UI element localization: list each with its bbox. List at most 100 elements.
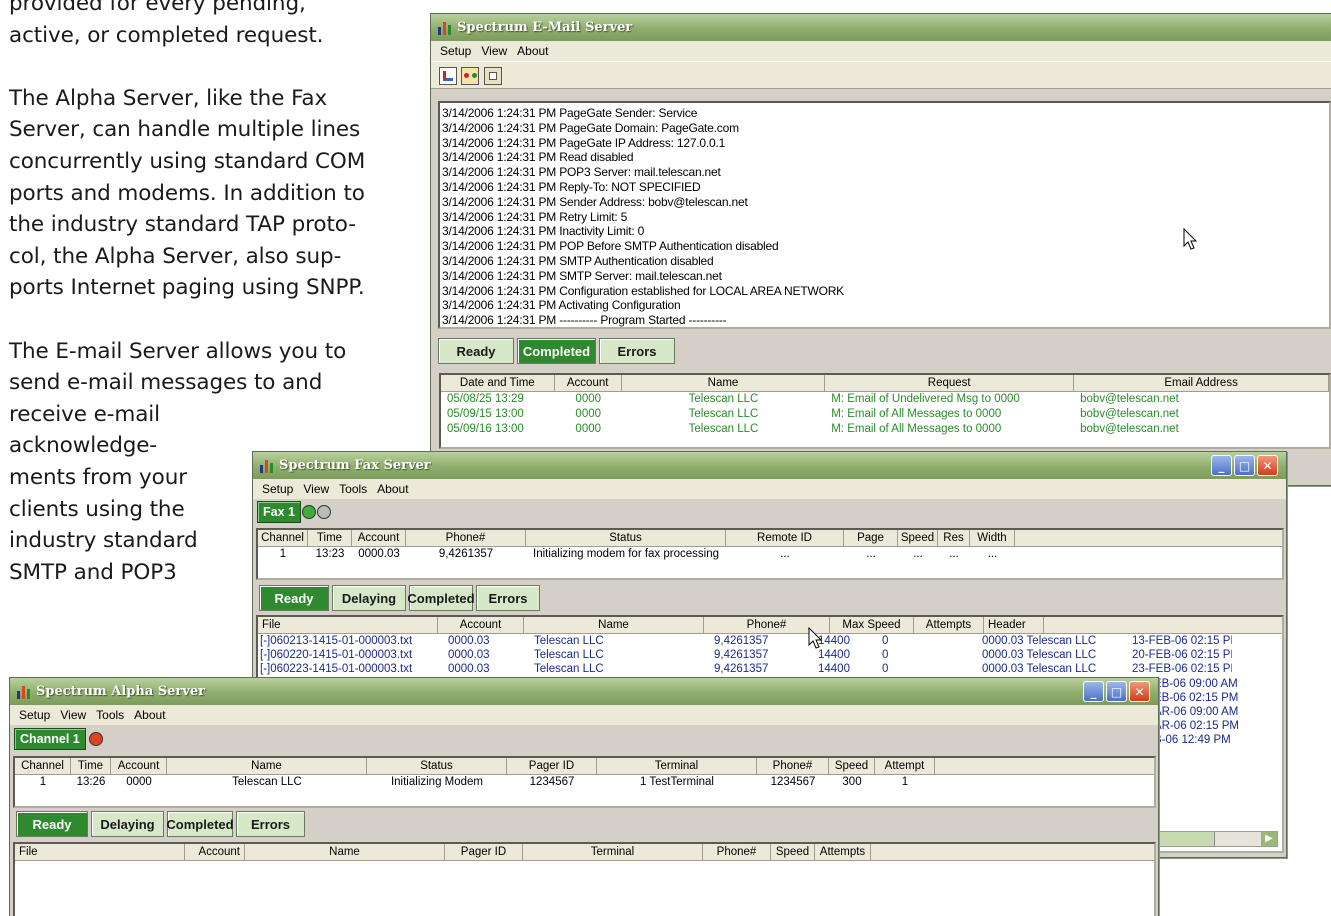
maximize-icon[interactable]: □ bbox=[1106, 681, 1127, 702]
menu-view[interactable]: View bbox=[298, 482, 334, 496]
menu-setup[interactable]: Setup bbox=[435, 44, 476, 58]
prose-line: industry standard bbox=[9, 528, 198, 554]
column-header[interactable]: Phone# bbox=[406, 530, 526, 546]
tab-completed[interactable]: Completed bbox=[517, 338, 596, 364]
clipboard-icon[interactable] bbox=[484, 67, 502, 85]
column-header[interactable]: Channel bbox=[15, 758, 71, 774]
column-header[interactable]: Name bbox=[167, 758, 367, 774]
users-icon[interactable] bbox=[461, 67, 479, 85]
table-cell: 1234567 bbox=[529, 776, 575, 788]
alpha-tabs: Ready Delaying Completed Errors bbox=[16, 811, 305, 837]
table-cell: 20-FEB-06 02:15 PM bbox=[1132, 649, 1232, 661]
column-header[interactable]: Name bbox=[524, 617, 704, 633]
column-header[interactable]: File bbox=[15, 844, 185, 860]
tab-delaying[interactable]: Delaying bbox=[91, 811, 164, 837]
column-header[interactable]: Speed bbox=[898, 530, 938, 546]
column-header[interactable]: Remote ID bbox=[726, 530, 844, 546]
table-row[interactable]: 05/09/16 13:00 0000 Telescan LLC M: Email o… bbox=[441, 422, 1329, 437]
log-line: 3/14/2006 1:24:31 PM ---------- Program … bbox=[442, 313, 727, 328]
column-header[interactable]: Status bbox=[526, 530, 726, 546]
column-header[interactable]: File bbox=[258, 617, 438, 633]
spectrum-logo-icon bbox=[436, 20, 454, 36]
tab-ready[interactable]: Ready bbox=[16, 811, 88, 837]
table-cell: ... bbox=[780, 548, 790, 560]
column-header[interactable]: Pager ID bbox=[507, 758, 597, 774]
fax-channel-button[interactable]: Fax 1 bbox=[257, 501, 301, 523]
table-cell: Telescan LLC bbox=[534, 663, 604, 675]
log-line: 3/14/2006 1:24:31 PM Retry Limit: 5 bbox=[442, 209, 628, 224]
menu-setup[interactable]: Setup bbox=[14, 708, 55, 722]
column-header[interactable]: Res bbox=[938, 530, 970, 546]
tab-ready[interactable]: Ready bbox=[438, 338, 514, 364]
column-header[interactable]: Page bbox=[844, 530, 898, 546]
tab-errors[interactable]: Errors bbox=[236, 811, 305, 837]
table-cell: 9,4261357 bbox=[714, 663, 769, 675]
alpha-channel-button[interactable]: Channel 1 bbox=[14, 728, 86, 750]
table-cell: 0000 bbox=[126, 776, 152, 788]
column-header[interactable]: Time bbox=[71, 758, 111, 774]
menu-view[interactable]: View bbox=[55, 708, 91, 722]
column-header[interactable]: Account bbox=[352, 530, 406, 546]
scroll-right-icon[interactable]: ▶ bbox=[1261, 832, 1277, 846]
column-header[interactable]: Attempt bbox=[875, 758, 935, 774]
table-row[interactable]: 05/09/15 13:00 0000 Telescan LLC M: Email o… bbox=[441, 407, 1329, 422]
tab-errors[interactable]: Errors bbox=[599, 338, 675, 364]
tab-errors[interactable]: Errors bbox=[476, 585, 540, 611]
column-header[interactable]: Pager ID bbox=[445, 844, 523, 860]
column-header[interactable]: Header bbox=[984, 617, 1044, 633]
column-header[interactable]: Email Address bbox=[1074, 375, 1329, 391]
email-titlebar[interactable]: Spectrum E-Mail Server bbox=[431, 14, 1331, 41]
column-header[interactable]: Account bbox=[438, 617, 524, 633]
list-item[interactable]: [-]060220-1415-01-000003.txt 0000.03 Teles… bbox=[258, 648, 1282, 662]
menu-tools[interactable]: Tools bbox=[334, 482, 372, 496]
minimize-icon[interactable]: _ bbox=[1211, 455, 1232, 476]
tab-ready[interactable]: Ready bbox=[259, 585, 329, 611]
tab-completed[interactable]: Completed bbox=[407, 585, 475, 611]
table-cell: bobv@telescan.net bbox=[1080, 408, 1179, 420]
email-table-header: Date and Time Account Name Request Email Add… bbox=[441, 375, 1329, 392]
column-header[interactable]: Phone# bbox=[757, 758, 829, 774]
menu-about[interactable]: About bbox=[372, 482, 413, 496]
column-header[interactable]: Name bbox=[622, 375, 826, 391]
tab-delaying[interactable]: Delaying bbox=[332, 585, 406, 611]
fax-titlebar[interactable]: Spectrum Fax Server _ □ ✕ bbox=[253, 452, 1286, 479]
horizontal-scrollbar[interactable]: ▶ bbox=[1154, 831, 1278, 847]
table-cell: [-]060220-1415-01-000003.txt bbox=[260, 649, 413, 661]
close-icon[interactable]: ✕ bbox=[1129, 681, 1150, 702]
minimize-icon[interactable]: _ bbox=[1083, 681, 1104, 702]
menu-tools[interactable]: Tools bbox=[91, 708, 129, 722]
column-header[interactable]: Request bbox=[825, 375, 1075, 391]
column-header[interactable]: Time bbox=[308, 530, 352, 546]
column-header[interactable]: Speed bbox=[771, 844, 815, 860]
column-header[interactable]: Attempts bbox=[914, 617, 984, 633]
log-line: 3/14/2006 1:24:31 PM PageGate Domain: Pa… bbox=[442, 120, 739, 135]
column-header[interactable]: Status bbox=[367, 758, 507, 774]
menu-about[interactable]: About bbox=[512, 44, 553, 58]
column-header[interactable]: Name bbox=[245, 844, 445, 860]
column-header[interactable]: Account bbox=[111, 758, 167, 774]
column-header[interactable]: Phone# bbox=[703, 844, 771, 860]
menu-about[interactable]: About bbox=[129, 708, 170, 722]
column-header[interactable]: Terminal bbox=[523, 844, 703, 860]
column-header[interactable]: Account bbox=[185, 844, 245, 860]
table-cell: Initializing Modem bbox=[390, 776, 484, 788]
tab-completed[interactable]: Completed bbox=[166, 811, 234, 837]
column-header[interactable]: Max Speed bbox=[830, 617, 914, 633]
alpha-titlebar[interactable]: Spectrum Alpha Server _ □ ✕ bbox=[10, 678, 1158, 705]
column-header[interactable]: Attempts bbox=[815, 844, 871, 860]
column-header[interactable]: Speed bbox=[829, 758, 875, 774]
column-header[interactable]: Terminal bbox=[597, 758, 757, 774]
column-header[interactable]: Width bbox=[970, 530, 1015, 546]
menu-view[interactable]: View bbox=[476, 44, 512, 58]
log-line: 3/14/2006 1:24:31 PM POP3 Server: mail.t… bbox=[442, 165, 721, 180]
properties-icon[interactable] bbox=[439, 67, 457, 85]
maximize-icon[interactable]: □ bbox=[1234, 455, 1255, 476]
menu-setup[interactable]: Setup bbox=[257, 482, 298, 496]
list-item[interactable]: [-]060223-1415-01-000003.txt 0000.03 Teles… bbox=[258, 662, 1282, 676]
column-header[interactable]: Account bbox=[555, 375, 622, 391]
list-item[interactable]: [-]060213-1415-01-000003.txt 0000.03 Teles… bbox=[258, 634, 1282, 648]
column-header[interactable]: Channel bbox=[258, 530, 308, 546]
column-header[interactable]: Date and Time bbox=[441, 375, 555, 391]
table-row[interactable]: 05/08/25 13:29 0000 Telescan LLC M: Email o… bbox=[441, 392, 1329, 407]
close-icon[interactable]: ✕ bbox=[1257, 455, 1278, 476]
